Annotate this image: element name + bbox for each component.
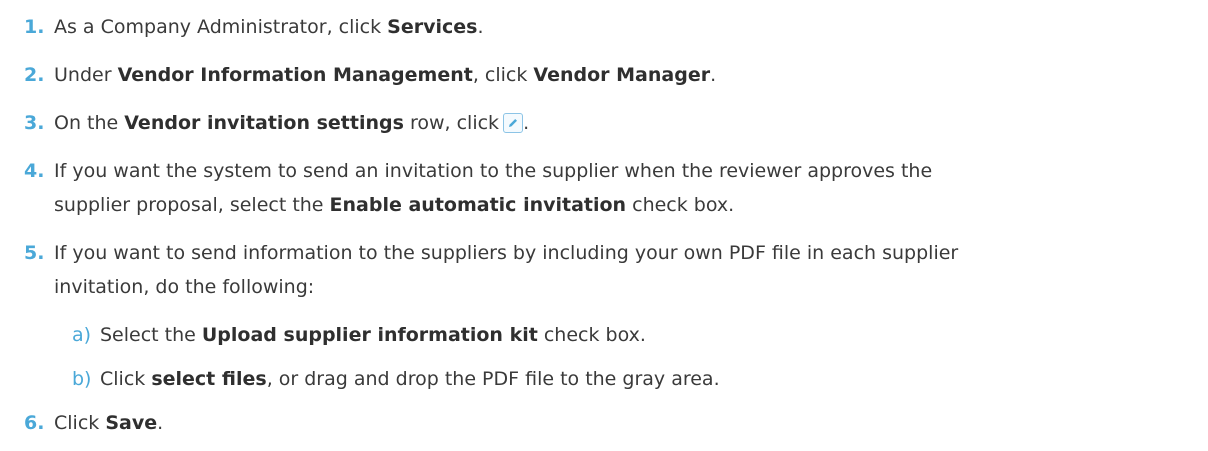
save-ui-label: Save [105, 412, 158, 434]
step-text-line-2: invitation, do the following: [54, 276, 315, 298]
vendor-manager-ui-label: Vendor Manager [533, 64, 711, 86]
step-text-line-1: If you want the system to send an invita… [54, 160, 933, 182]
substep-text: Select the Upload supplier information k… [100, 324, 646, 346]
step-number: 3. [24, 112, 45, 134]
step-number: 5. [24, 242, 45, 264]
vendor-information-management-ui-label: Vendor Information Management [117, 64, 473, 86]
step-number: 4. [24, 160, 45, 182]
step-text: Click Save. [54, 412, 164, 434]
step-text: Under Vendor Information Management, cli… [54, 64, 717, 86]
vendor-invitation-settings-ui-label: Vendor invitation settings [124, 112, 404, 134]
upload-supplier-information-kit-ui-label: Upload supplier information kit [201, 324, 538, 346]
step-text-line-1: If you want to send information to the s… [54, 242, 959, 264]
step-number: 1. [24, 16, 45, 38]
step-text: As a Company Administrator, click Servic… [54, 16, 484, 38]
substep-letter: b) [72, 368, 92, 390]
services-ui-label: Services [387, 16, 478, 38]
step-number: 6. [24, 412, 45, 434]
substep-letter: a) [72, 324, 92, 346]
step-text: On the Vendor invitation settings row, c… [54, 112, 530, 134]
substep-text: Click select files, or drag and drop the… [100, 368, 720, 390]
enable-automatic-invitation-ui-label: Enable automatic invitation [329, 194, 627, 216]
step-number: 2. [24, 64, 45, 86]
step-text-line-2: supplier proposal, select the Enable aut… [54, 194, 735, 216]
pencil-edit-icon [503, 113, 524, 133]
select-files-ui-label: select files [151, 368, 267, 390]
